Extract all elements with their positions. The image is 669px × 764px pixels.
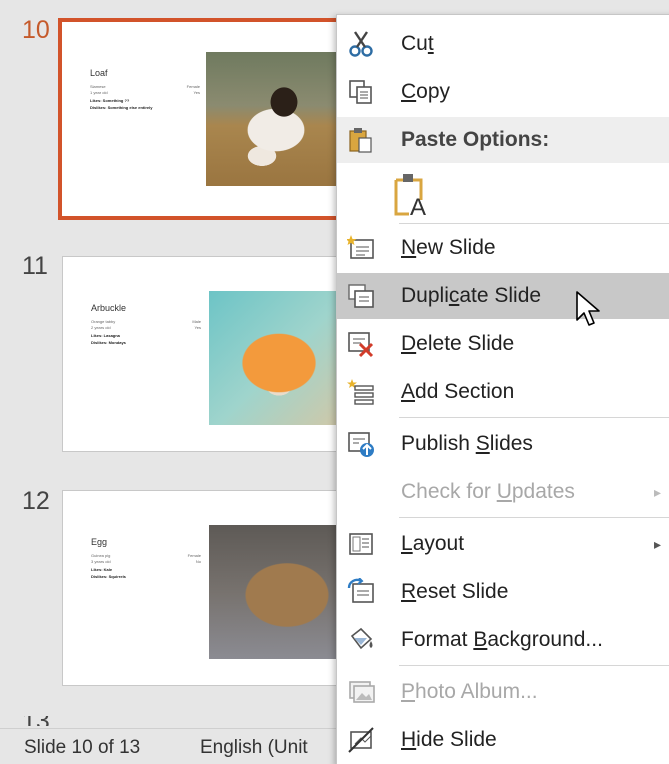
menu-label: Publish Slides — [401, 432, 533, 455]
menu-item-check-for-updates: Check for Updates ▸ — [337, 469, 669, 515]
menu-item-reset-slide[interactable]: Reset Slide — [337, 569, 669, 615]
slide-context-menu: Cut Copy Paste Options: A New Slide Dupl… — [336, 14, 669, 764]
thumb-title: Loaf — [90, 68, 108, 78]
copy-icon — [345, 76, 377, 108]
publish-slides-icon — [345, 428, 377, 460]
thumb-text: Arbuckle Orange tabby Male 2 years old Yes… — [91, 303, 201, 347]
thumb-text: Egg Guinea pig Female 3 years old No Likes… — [91, 537, 201, 581]
slide-number-11: 11 — [22, 252, 48, 280]
slide-thumbnail-12[interactable]: Egg Guinea pig Female 3 years old No Likes… — [62, 490, 362, 686]
thumb-field: 2 years old — [91, 325, 111, 330]
menu-item-duplicate-slide[interactable]: Duplicate Slide — [337, 273, 669, 319]
slide-position-text: Slide 10 of 13 — [24, 737, 141, 758]
photo-album-icon — [345, 676, 377, 708]
cat-photo — [206, 52, 356, 186]
paint-bucket-icon — [345, 624, 377, 656]
thumb-dislikes: Dislikes: Mondays — [91, 340, 126, 345]
reset-slide-icon — [345, 576, 377, 608]
submenu-arrow-icon: ▸ — [653, 535, 661, 552]
mouse-cursor-icon — [575, 290, 603, 330]
paste-keep-text-only-button[interactable]: A — [337, 169, 669, 221]
menu-label: Check for Updates — [401, 480, 575, 503]
submenu-arrow-icon: ▸ — [653, 483, 661, 500]
thumb-dislikes: Dislikes: Squirrels — [91, 574, 126, 579]
thumb-title: Egg — [91, 537, 108, 547]
menu-item-new-slide[interactable]: New Slide — [337, 225, 669, 271]
thumb-dislikes: Dislikes: Something else entirely — [90, 105, 153, 110]
thumb-field: 3 years old — [91, 559, 111, 564]
new-slide-icon — [345, 232, 377, 264]
thumb-likes: Likes: Lasagna — [91, 333, 120, 338]
thumb-field: 1 year old — [90, 90, 108, 95]
menu-item-delete-slide[interactable]: Delete Slide — [337, 321, 669, 367]
layout-icon — [345, 528, 377, 560]
menu-label: Duplicate Slide — [401, 284, 542, 307]
menu-separator — [399, 665, 669, 666]
language-text[interactable]: English (Unit — [200, 737, 308, 759]
thumb-title: Arbuckle — [91, 303, 127, 313]
thumb-text: Loaf Siamese Female 1 year old Yes Likes: … — [90, 68, 200, 112]
menu-item-copy[interactable]: Copy — [337, 69, 669, 115]
thumb-likes: Likes: Kale — [91, 567, 113, 572]
menu-separator — [399, 517, 669, 518]
menu-label: Reset Slide — [401, 580, 509, 603]
menu-label: Cut — [401, 32, 434, 55]
menu-label: Photo Album... — [401, 680, 538, 703]
menu-label: Format Background... — [401, 628, 603, 651]
menu-item-add-section[interactable]: Add Section — [337, 369, 669, 415]
slide-thumbnail-11[interactable]: Arbuckle Orange tabby Male 2 years old Yes… — [62, 256, 362, 452]
menu-item-photo-album: Photo Album... — [337, 669, 669, 715]
menu-separator — [399, 417, 669, 418]
scissors-icon — [345, 28, 377, 60]
hide-slide-icon — [345, 724, 377, 756]
menu-label: Layout — [401, 532, 465, 555]
menu-separator — [399, 223, 669, 224]
menu-header-label: Paste Options: — [401, 128, 550, 151]
slide-number-10: 10 — [22, 16, 50, 44]
menu-label: New Slide — [401, 236, 496, 259]
menu-item-hide-slide[interactable]: Hide Slide — [337, 717, 669, 763]
delete-slide-icon — [345, 328, 377, 360]
menu-label: Add Section — [401, 380, 515, 403]
thumb-likes: Likes: Something ?? — [90, 98, 130, 103]
slide-number-13-partial: 13 — [22, 716, 50, 726]
svg-text:A: A — [410, 194, 426, 218]
duplicate-slide-icon — [345, 280, 377, 312]
slide-number-12: 12 — [22, 487, 50, 515]
menu-label: Copy — [401, 80, 451, 103]
thumb-field: Yes — [194, 325, 201, 330]
menu-label: Delete Slide — [401, 332, 515, 355]
menu-item-publish-slides[interactable]: Publish Slides — [337, 421, 669, 467]
paste-icon — [345, 124, 377, 156]
slide-thumbnail-10[interactable]: Loaf Siamese Female 1 year old Yes Likes: … — [58, 18, 366, 220]
thumb-field: Yes — [193, 90, 200, 95]
menu-header-paste-options: Paste Options: — [337, 117, 669, 163]
menu-label: Hide Slide — [401, 728, 497, 751]
add-section-icon — [345, 376, 377, 408]
thumb-field: No — [195, 559, 201, 564]
menu-item-cut[interactable]: Cut — [337, 21, 669, 67]
menu-item-layout[interactable]: Layout ▸ — [337, 521, 669, 567]
clipboard-text-icon: A — [393, 172, 433, 218]
menu-item-format-background[interactable]: Format Background... — [337, 617, 669, 663]
